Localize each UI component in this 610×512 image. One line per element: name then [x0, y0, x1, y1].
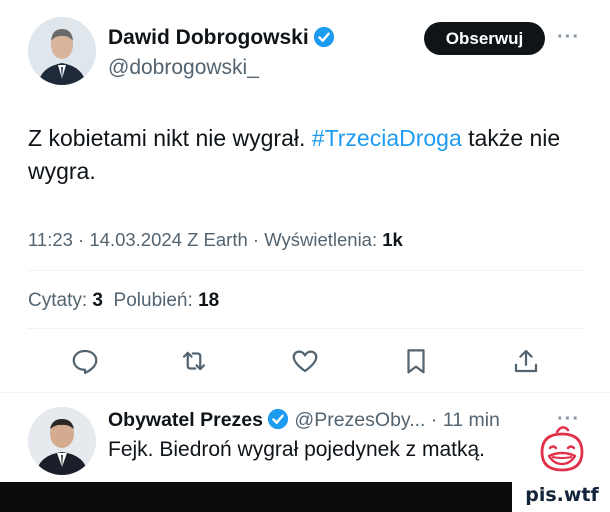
watermark-logo: pis.wtf — [516, 420, 608, 512]
follow-button[interactable]: Obserwuj — [424, 22, 545, 55]
tweet-text: Z kobietami nikt nie wygrał. #TrzeciaDro… — [28, 122, 588, 188]
likes-label[interactable]: Polubień: — [114, 290, 193, 311]
divider — [28, 270, 583, 271]
bookmark-icon[interactable] — [401, 346, 431, 376]
reply-author-avatar[interactable] — [28, 407, 96, 475]
likes-count[interactable]: 18 — [198, 290, 219, 311]
author-avatar[interactable] — [28, 17, 96, 85]
reply-header: Obywatel Prezes @PrezesOby... · 11 min — [108, 408, 500, 432]
divider — [0, 392, 610, 393]
hashtag-link[interactable]: #TrzeciaDroga — [312, 125, 462, 151]
retweet-icon[interactable] — [179, 346, 209, 376]
verified-badge-icon — [267, 408, 289, 430]
reply-text: Fejk. Biedroń wygrał pojedynek z matką. — [108, 438, 486, 461]
reply-author-handle[interactable]: @PrezesOby... — [294, 409, 425, 431]
quotes-label[interactable]: Cytaty: — [28, 290, 87, 311]
author-handle[interactable]: @dobrogowski_ — [108, 56, 259, 80]
duck-face-icon — [540, 426, 584, 472]
verified-badge-icon — [313, 26, 334, 48]
reply-icon[interactable] — [70, 346, 100, 376]
tweet-text-part: Z kobietami nikt nie wygrał. — [28, 125, 312, 151]
views-count: 1k — [382, 229, 403, 250]
bottom-bar — [0, 482, 512, 512]
quotes-count[interactable]: 3 — [92, 290, 103, 311]
divider — [28, 328, 583, 329]
tweet-stats: Cytaty: 3 Polubień: 18 — [28, 290, 219, 312]
author-name[interactable]: Dawid Dobrogowski — [108, 26, 335, 50]
reply-time[interactable]: · 11 min — [431, 409, 500, 431]
tweet-timestamp[interactable]: 11:23 · 14.03.2024 Z Earth · Wyświetleni… — [28, 229, 377, 250]
more-options-icon[interactable]: ··· — [557, 26, 580, 49]
heart-icon[interactable] — [290, 346, 320, 376]
share-icon[interactable] — [511, 346, 541, 376]
reply-author-name[interactable]: Obywatel Prezes — [108, 409, 263, 431]
tweet-meta: 11:23 · 14.03.2024 Z Earth · Wyświetleni… — [28, 229, 403, 251]
author-name-text: Dawid Dobrogowski — [108, 26, 309, 49]
watermark-text: pis.wtf — [525, 484, 599, 506]
